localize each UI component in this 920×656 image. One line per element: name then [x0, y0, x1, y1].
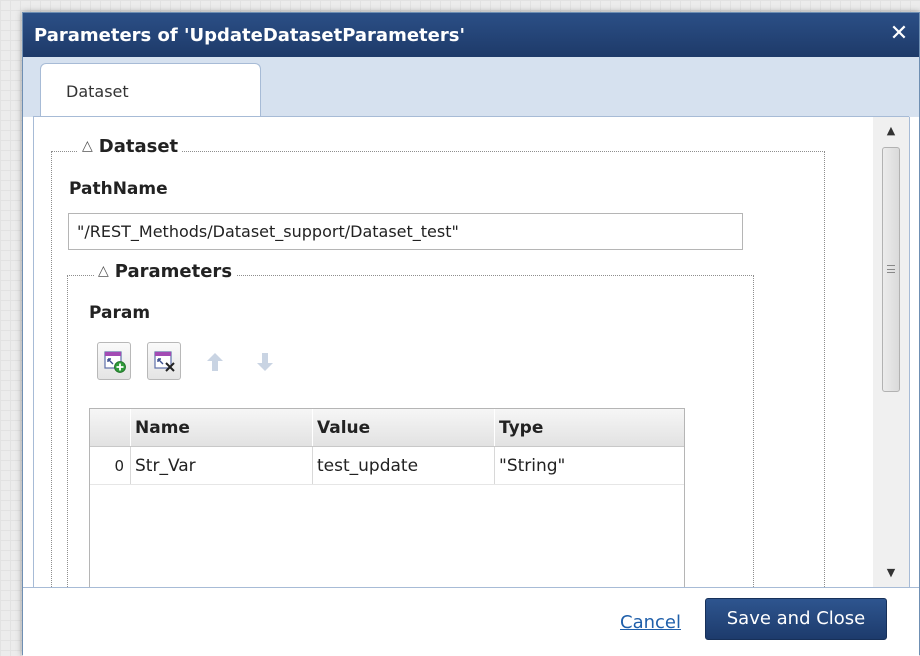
move-up-button[interactable] [197, 342, 231, 380]
grip-icon [887, 265, 895, 273]
cell-name[interactable]: Str_Var [130, 447, 312, 484]
add-row-button[interactable] [97, 342, 131, 380]
move-down-icon [257, 353, 273, 371]
save-and-close-button[interactable]: Save and Close [705, 598, 887, 640]
dialog-title-bar[interactable]: Parameters of 'UpdateDatasetParameters' … [23, 13, 919, 57]
dataset-legend[interactable]: △ Dataset [78, 136, 183, 157]
move-up-icon [207, 353, 223, 371]
row-number-header [90, 409, 130, 446]
tab-dataset-label: Dataset [66, 82, 129, 101]
vertical-scrollbar[interactable]: ▲ ▼ [873, 117, 909, 587]
param-label: Param [89, 303, 151, 323]
tab-strip: Dataset [23, 57, 919, 117]
collapse-triangle-icon[interactable]: △ [82, 138, 93, 154]
scroll-down-icon[interactable]: ▼ [873, 559, 909, 587]
parameters-legend-label: Parameters [114, 261, 233, 282]
table-row[interactable]: 0 Str_Var test_update "String" [90, 447, 684, 485]
dialog-content[interactable]: △ Dataset PathName "/REST_Methods/Dataset… [33, 117, 910, 587]
cell-value[interactable]: test_update [312, 447, 494, 484]
tab-dataset[interactable]: Dataset [40, 63, 261, 117]
pathname-input[interactable]: "/REST_Methods/Dataset_support/Dataset_t… [68, 213, 743, 250]
scroll-up-icon[interactable]: ▲ [873, 117, 909, 145]
parameters-dialog: Parameters of 'UpdateDatasetParameters' … [22, 12, 920, 656]
dataset-legend-label: Dataset [98, 136, 179, 157]
dialog-title: Parameters of 'UpdateDatasetParameters' [34, 25, 465, 46]
pathname-label: PathName [69, 179, 168, 199]
close-icon[interactable]: ✕ [887, 22, 911, 46]
grid-header: Name Value Type [90, 409, 684, 447]
collapse-triangle-icon[interactable]: △ [98, 263, 109, 279]
cell-type[interactable]: "String" [494, 447, 680, 484]
move-down-button[interactable] [247, 342, 281, 380]
parameters-legend[interactable]: △ Parameters [94, 261, 237, 282]
scroll-thumb[interactable] [882, 147, 900, 392]
delete-row-button[interactable] [147, 342, 181, 380]
delete-row-icon [154, 351, 175, 372]
column-header-type[interactable]: Type [494, 409, 680, 446]
add-row-icon [104, 351, 126, 373]
column-header-value[interactable]: Value [312, 409, 494, 446]
column-header-name[interactable]: Name [130, 409, 312, 446]
cancel-link[interactable]: Cancel [620, 612, 681, 633]
row-number: 0 [114, 457, 124, 475]
param-grid[interactable]: Name Value Type 0 Str_Var test_update "S… [89, 408, 685, 587]
dialog-footer: Cancel Save and Close [23, 587, 919, 656]
